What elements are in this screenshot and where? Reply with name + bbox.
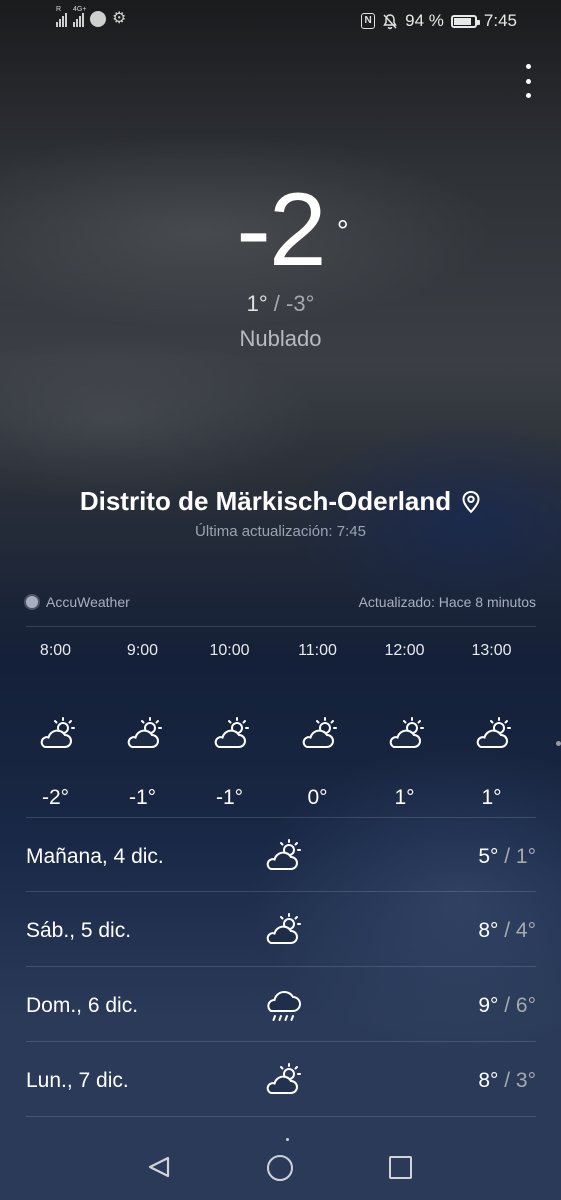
location-name[interactable]: Distrito de Märkisch-Oderland <box>80 486 451 517</box>
hour-temp: -1° <box>128 786 157 809</box>
status-left-icons: R 4G+ ⚙ <box>56 6 127 27</box>
weather-condition: Nublado <box>239 326 322 351</box>
hour-time: 13:00 <box>471 642 512 659</box>
hourly-item[interactable]: 10:00 -1° <box>186 642 273 810</box>
divider <box>26 626 536 627</box>
hourly-item[interactable]: 13:00 1° <box>448 642 535 810</box>
high-low-temperature: 1° / -3° <box>0 291 561 317</box>
temp-separator: / <box>504 994 511 1017</box>
recent-apps-button[interactable] <box>389 1156 412 1179</box>
location-pin-icon[interactable] <box>461 490 481 514</box>
temp-separator: / <box>504 1069 511 1092</box>
home-button[interactable] <box>267 1155 293 1181</box>
more-dot-icon <box>525 64 531 69</box>
hour-temp: 1° <box>481 786 502 809</box>
partly-cloudy-icon <box>361 716 448 756</box>
partly-cloudy-icon <box>266 1063 301 1094</box>
partly-cloudy-icon <box>186 716 273 756</box>
day-label: Sáb., 5 dic. <box>26 919 132 942</box>
day-high: 5° <box>478 845 499 868</box>
spotify-icon <box>90 11 106 27</box>
hourly-item[interactable]: 11:00 0° <box>274 642 361 810</box>
day-high: 8° <box>478 1069 499 1092</box>
temp-separator: / <box>273 291 280 316</box>
provider-name[interactable]: AccuWeather <box>46 594 130 610</box>
partly-cloudy-icon <box>12 716 99 756</box>
navigation-bar <box>0 1135 561 1200</box>
temp-separator: / <box>504 919 511 942</box>
divider <box>26 1116 536 1117</box>
clock: 7:45 <box>483 11 517 30</box>
provider-row: AccuWeather Actualizado: Hace 8 minutos <box>26 594 536 614</box>
day-low: 1° <box>515 845 536 868</box>
day-low: 3° <box>515 1069 536 1092</box>
signal-4g-icon: 4G+ <box>73 6 86 27</box>
provider-link[interactable]: AccuWeather <box>26 594 130 610</box>
nav-indicator-dot <box>286 1138 289 1141</box>
day-temps: 8° / 3° <box>478 1069 536 1093</box>
scroll-indicator <box>556 741 561 746</box>
current-temperature: -2 ° <box>236 178 348 282</box>
day-temps: 9° / 6° <box>478 994 536 1018</box>
partly-cloudy-icon <box>274 716 361 756</box>
battery-icon <box>450 14 480 28</box>
day-label: Mañana, 4 dic. <box>26 845 164 868</box>
hour-temp: -2° <box>41 786 70 809</box>
partly-cloudy-icon <box>266 913 301 944</box>
partly-cloudy-icon <box>448 716 535 756</box>
rain-icon <box>267 990 301 1021</box>
high-temp: 1° <box>246 291 268 316</box>
day-low: 6° <box>515 994 536 1017</box>
hour-temp: -1° <box>215 786 244 809</box>
settings-icon: ⚙ <box>112 10 127 27</box>
hour-temp: 0° <box>307 786 328 809</box>
hour-time: 10:00 <box>209 642 250 659</box>
hourly-item[interactable]: 9:00 -1° <box>99 642 186 810</box>
more-options-button[interactable] <box>523 64 533 98</box>
status-bar: R 4G+ ⚙ N 94 % 7:45 <box>0 0 561 42</box>
daily-item[interactable]: Dom., 6 dic. 9° / 6° <box>26 967 536 1041</box>
daily-item[interactable]: Mañana, 4 dic. 5° / 1° <box>26 818 536 892</box>
hourly-item[interactable]: 12:00 1° <box>361 642 448 810</box>
status-right-icons: N 94 % 7:45 <box>361 11 517 31</box>
current-temperature-value: -2 <box>236 172 326 288</box>
hourly-item[interactable]: 8:00 -2° <box>12 642 99 810</box>
hour-time: 8:00 <box>39 642 72 659</box>
mute-icon <box>383 13 397 29</box>
daily-item[interactable]: Sáb., 5 dic. 8° / 4° <box>26 892 536 966</box>
day-label: Lun., 7 dic. <box>26 1069 129 1092</box>
day-temps: 5° / 1° <box>478 845 536 869</box>
day-low: 4° <box>515 919 536 942</box>
hour-temp: 1° <box>394 786 415 809</box>
provider-updated-text: Actualizado: Hace 8 minutos <box>358 594 536 610</box>
current-temperature-block: -2 ° <box>0 178 561 282</box>
hour-time: 12:00 <box>384 642 425 659</box>
signal-icon: R <box>56 6 67 27</box>
last-update-text: Última actualización: 7:45 <box>195 523 366 540</box>
degree-symbol: ° <box>336 215 349 248</box>
back-button[interactable] <box>146 1155 172 1179</box>
partly-cloudy-icon <box>99 716 186 756</box>
location-header[interactable]: Distrito de Märkisch-Oderland <box>0 486 561 517</box>
more-dot-icon <box>525 78 531 84</box>
low-temp: -3° <box>286 291 315 316</box>
day-temps: 8° / 4° <box>478 919 536 943</box>
daily-item[interactable]: Lun., 7 dic. 8° / 3° <box>26 1042 536 1116</box>
temp-separator: / <box>504 845 511 868</box>
hour-time: 11:00 <box>298 642 337 659</box>
accuweather-logo-icon <box>26 596 38 608</box>
partly-cloudy-icon <box>266 839 301 870</box>
nfc-icon: N <box>361 13 376 29</box>
battery-percent: 94 % <box>405 11 444 30</box>
hour-time: 9:00 <box>126 642 159 659</box>
day-high: 8° <box>478 919 499 942</box>
day-label: Dom., 6 dic. <box>26 994 139 1017</box>
day-high: 9° <box>478 994 499 1017</box>
more-dot-icon <box>525 93 531 98</box>
